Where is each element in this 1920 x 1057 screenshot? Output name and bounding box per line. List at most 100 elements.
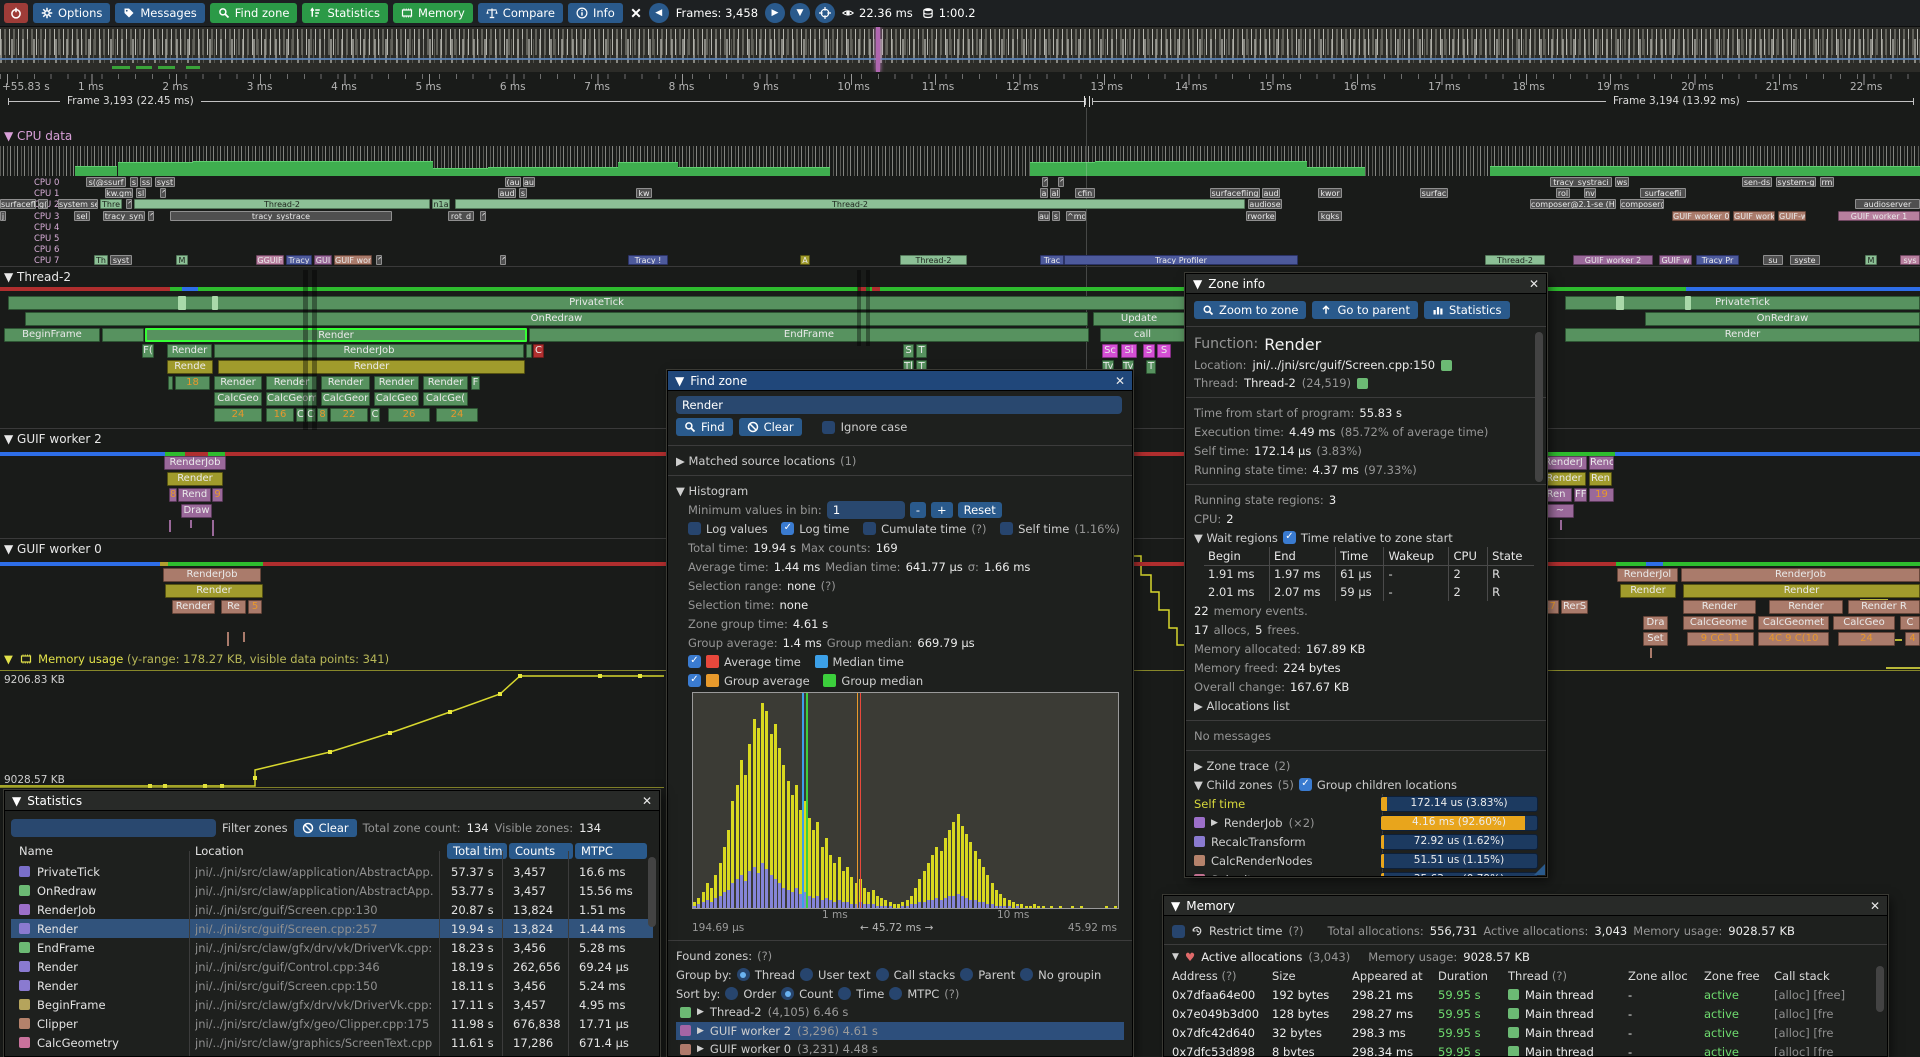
find-zone-search-input[interactable]: Render bbox=[676, 396, 1122, 414]
zone-chip[interactable]: sl bbox=[136, 188, 146, 198]
zone-chip[interactable]: RenderJob bbox=[163, 568, 261, 582]
radio-group-by-parent[interactable] bbox=[960, 968, 973, 981]
zone-chip[interactable]: GUIF work bbox=[1733, 211, 1775, 221]
zone-chip[interactable]: syst bbox=[155, 177, 175, 187]
expand-icon[interactable]: ▶ bbox=[697, 1044, 704, 1054]
section-header-thread-2[interactable]: ▼ Thread-2 bbox=[4, 270, 71, 284]
find-zone-histogram[interactable] bbox=[692, 692, 1119, 909]
memory-col-thread[interactable]: Thread (?) bbox=[1508, 969, 1628, 983]
zone-chip[interactable]: C bbox=[1900, 616, 1920, 630]
zone-chip[interactable]: Render bbox=[145, 328, 527, 342]
zone-chip[interactable]: surfac bbox=[1420, 188, 1448, 198]
zone-chip[interactable]: n1a bbox=[432, 199, 450, 209]
zone-chip[interactable]: M bbox=[1865, 255, 1877, 265]
zone-chip[interactable]: Rende bbox=[167, 360, 213, 374]
wait-regions-expander[interactable]: ▼ Wait regions bbox=[1194, 531, 1278, 545]
statistics-row[interactable]: BeginFramejni/../jni/src/claw/gfx/drv/vk… bbox=[11, 995, 653, 1014]
zone-chip[interactable]: 18 bbox=[175, 376, 210, 390]
found-zone-group[interactable]: ▶GUIF worker 2(3,296) 4.61 s bbox=[676, 1022, 1124, 1041]
zone-chip[interactable]: s bbox=[130, 177, 138, 187]
zone-chip[interactable]: kwor bbox=[1318, 188, 1342, 198]
zone-chip[interactable]: syst bbox=[110, 255, 132, 265]
find-zone-titlebar[interactable]: ▼ Find zone ✕ bbox=[668, 371, 1132, 391]
zone-chip[interactable]: Sc bbox=[1102, 344, 1118, 358]
zone-chip[interactable]: RenderJ bbox=[1540, 456, 1587, 470]
zone-chip[interactable]: S bbox=[1157, 344, 1171, 358]
statistics-row[interactable]: Renderjni/../jni/src/guif/Screen.cpp:257… bbox=[11, 919, 653, 938]
zone-chip[interactable]: Ren bbox=[1589, 472, 1612, 486]
zone-chip[interactable]: tracy_systraci bbox=[1550, 177, 1612, 187]
memory-allocation-row[interactable]: 0x7dfc53d8988 bytes298.34 ms59.95 sMain … bbox=[1172, 1042, 1879, 1057]
zone-chip[interactable]: Render bbox=[1542, 472, 1586, 486]
allocations-list-expander[interactable]: ▶ Allocations list bbox=[1194, 699, 1290, 713]
zone-chip[interactable]: T bbox=[1146, 360, 1156, 374]
go-to-parent-button[interactable]: Go to parent bbox=[1312, 301, 1418, 319]
zone-chip[interactable]: kgks bbox=[1318, 211, 1342, 221]
col-total-time-button[interactable]: Total tim bbox=[447, 843, 507, 859]
zone-chip[interactable]: ^ bbox=[160, 188, 166, 198]
zone-chip[interactable]: 8 bbox=[317, 408, 328, 422]
zone-chip[interactable]: GUIF worker 2 bbox=[1573, 255, 1653, 265]
zone-chip[interactable]: GUIF-w bbox=[1778, 211, 1806, 221]
checkbox-cumulate-time[interactable] bbox=[863, 522, 876, 535]
zone-chip[interactable]: syste bbox=[1790, 255, 1820, 265]
zone-chip[interactable]: Th bbox=[94, 255, 108, 265]
zone-chip[interactable]: au bbox=[523, 177, 535, 187]
zone-chip[interactable]: Thread-2 bbox=[134, 199, 430, 209]
zone-chip[interactable]: Render bbox=[167, 472, 223, 486]
zone-chip[interactable]: Render bbox=[374, 376, 419, 390]
wait-region-row[interactable]: 2.01 ms2.07 ms59 µs-2R bbox=[1204, 583, 1534, 601]
memory-allocation-row[interactable]: 0x7e049b3d00128 bytes298.27 ms59.95 sMai… bbox=[1172, 1004, 1879, 1023]
find-button[interactable]: Find bbox=[676, 418, 733, 436]
expand-icon[interactable]: ▶ bbox=[697, 1026, 704, 1036]
time-relative-checkbox[interactable] bbox=[1283, 531, 1296, 544]
statistics-scrollbar[interactable] bbox=[648, 857, 656, 927]
section-header-cpu-data[interactable]: ▼ CPU data bbox=[4, 129, 72, 143]
group-children-checkbox[interactable] bbox=[1299, 778, 1312, 791]
zone-chip[interactable]: rworke bbox=[1246, 211, 1276, 221]
legend-checkbox[interactable] bbox=[688, 674, 701, 687]
zone-chip[interactable]: sel bbox=[74, 211, 90, 221]
section-header-guif-worker-0[interactable]: ▼ GUIF worker 0 bbox=[4, 542, 102, 556]
zone-chip[interactable]: Thread-2 bbox=[900, 255, 967, 265]
zone-chip[interactable]: al bbox=[1050, 188, 1060, 198]
zone-chip[interactable]: Render bbox=[1683, 584, 1920, 598]
zone-chip[interactable]: Re bbox=[221, 600, 246, 614]
zone-chip[interactable]: audiose bbox=[1248, 199, 1282, 209]
zone-chip[interactable]: Render bbox=[172, 600, 215, 614]
zone-chip[interactable]: aud bbox=[1262, 188, 1280, 198]
zone-chip[interactable]: 19 bbox=[1589, 488, 1614, 502]
zone-chip[interactable]: Si bbox=[1121, 344, 1137, 358]
zone-chip[interactable] bbox=[178, 296, 186, 310]
matched-locations-expander[interactable]: ▶ Matched source locations bbox=[676, 454, 835, 468]
statistics-row[interactable]: EndFramejni/../jni/src/claw/gfx/drv/vk/D… bbox=[11, 938, 653, 957]
zone-chip[interactable]: GUIF worker 1 bbox=[1838, 211, 1920, 221]
close-icon[interactable]: ✕ bbox=[1529, 277, 1539, 291]
child-zones-expander[interactable]: ▼ Child zones bbox=[1194, 778, 1273, 792]
close-icon[interactable]: ✕ bbox=[1115, 374, 1125, 388]
zone-chip[interactable]: 26 bbox=[388, 408, 430, 422]
restrict-time-checkbox[interactable] bbox=[1172, 925, 1185, 938]
radio-group-by-thread[interactable] bbox=[737, 968, 750, 981]
zone-chip[interactable]: Tracy bbox=[286, 255, 312, 265]
radio-group-by-call-stacks[interactable] bbox=[876, 968, 889, 981]
zone-chip[interactable] bbox=[1616, 296, 1624, 310]
zone-chip[interactable]: su bbox=[1763, 255, 1783, 265]
zone-chip[interactable]: kw bbox=[636, 188, 652, 198]
radio-sort-by-time[interactable] bbox=[838, 987, 851, 1000]
zone-chip[interactable]: Set bbox=[1643, 632, 1668, 646]
zone-chip[interactable]: j bbox=[0, 211, 6, 221]
col-location[interactable]: Location bbox=[195, 844, 445, 858]
memory-col-call-stack[interactable]: Call stack bbox=[1774, 969, 1884, 983]
zone-chip[interactable]: BeginFrame bbox=[4, 328, 100, 342]
zone-chip[interactable]: composer@ bbox=[1620, 199, 1664, 209]
zone-chip[interactable]: CalcGeome bbox=[266, 392, 317, 406]
zone-chip[interactable]: EndFrame bbox=[529, 328, 1089, 342]
zone-chip[interactable]: sen-ds bbox=[1742, 177, 1772, 187]
zone-chip[interactable]: FF bbox=[1574, 488, 1587, 502]
zone-chip[interactable]: GUIF w bbox=[1659, 255, 1692, 265]
statistics-row[interactable]: Renderjni/../jni/src/guif/Control.cpp:34… bbox=[11, 957, 653, 976]
memory-scrollbar[interactable] bbox=[1876, 966, 1884, 1012]
zone-chip[interactable] bbox=[212, 296, 218, 310]
radio-sort-by-order[interactable] bbox=[725, 987, 738, 1000]
